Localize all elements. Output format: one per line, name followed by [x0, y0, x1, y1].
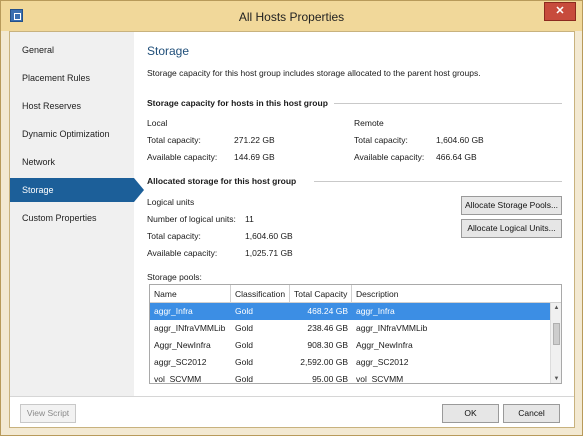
sidebar-item-dynamic-optimization[interactable]: Dynamic Optimization: [10, 122, 134, 146]
column-header-classification[interactable]: Classification: [231, 285, 290, 303]
window-title: All Hosts Properties: [238, 10, 345, 24]
cell-name: Aggr_NewInfra: [154, 340, 211, 350]
sidebar-item-custom-properties[interactable]: Custom Properties: [10, 206, 134, 230]
cell-classification: Gold: [235, 323, 253, 333]
sidebar-item-storage[interactable]: Storage: [10, 178, 134, 202]
table-row[interactable]: aggr_INfraVMMLib Gold 238.46 GB aggr_INf…: [150, 320, 550, 337]
storage-pools-table[interactable]: Name Classification Total Capacity Descr…: [149, 284, 562, 384]
cell-description: aggr_Infra: [356, 306, 395, 316]
cell-name: aggr_Infra: [154, 306, 193, 316]
cell-description: vol_SCVMM: [356, 374, 404, 384]
cell-name: vol_SCVMM: [154, 374, 202, 384]
allocate-storage-pools-button[interactable]: Allocate Storage Pools...: [461, 196, 562, 215]
sidebar-nav: General Placement Rules Host Reserves Dy…: [10, 32, 134, 396]
logical-units-count-label: Number of logical units:: [147, 214, 236, 224]
cell-total-capacity: 468.24 GB: [307, 306, 348, 316]
capacity-section-title: Storage capacity for hosts in this host …: [147, 98, 328, 108]
column-header-total-capacity[interactable]: Total Capacity: [290, 285, 352, 303]
dialog-client: General Placement Rules Host Reserves Dy…: [9, 31, 575, 428]
table-row[interactable]: Aggr_NewInfra Gold 908.30 GB Aggr_NewInf…: [150, 337, 550, 354]
title-bar: All Hosts Properties ✕: [1, 1, 582, 31]
ok-button[interactable]: OK: [442, 404, 499, 423]
remote-total-value: 1,604.60 GB: [436, 135, 484, 145]
scroll-thumb[interactable]: [553, 323, 560, 345]
storage-panel: Storage Storage capacity for this host g…: [134, 32, 574, 396]
remote-total-label: Total capacity:: [354, 135, 408, 145]
local-total-value: 271.22 GB: [234, 135, 275, 145]
remote-available-value: 466.64 GB: [436, 152, 477, 162]
logical-units-available-label: Available capacity:: [147, 248, 218, 258]
scroll-down-icon[interactable]: ▼: [551, 374, 561, 383]
storage-intro: Storage capacity for this host group inc…: [147, 68, 481, 78]
table-row[interactable]: aggr_Infra Gold 468.24 GB aggr_Infra: [150, 303, 550, 320]
cell-classification: Gold: [235, 374, 253, 384]
table-row[interactable]: aggr_SC2012 Gold 2,592.00 GB aggr_SC2012: [150, 354, 550, 371]
logical-units-heading: Logical units: [147, 197, 195, 207]
cell-total-capacity: 238.46 GB: [307, 323, 348, 333]
logical-units-total-value: 1,604.60 GB: [245, 231, 293, 241]
cell-name: aggr_INfraVMMLib: [154, 323, 226, 333]
scroll-up-icon[interactable]: ▲: [551, 303, 561, 313]
table-header: Name Classification Total Capacity Descr…: [150, 285, 561, 303]
sidebar-item-general[interactable]: General: [10, 38, 134, 62]
logical-units-total-label: Total capacity:: [147, 231, 201, 241]
storage-pools-label: Storage pools:: [147, 272, 202, 282]
cell-classification: Gold: [235, 340, 253, 350]
remote-heading: Remote: [354, 118, 384, 128]
local-available-label: Available capacity:: [147, 152, 218, 162]
cell-name: aggr_SC2012: [154, 357, 207, 367]
properties-dialog: All Hosts Properties ✕ General Placement…: [0, 0, 583, 436]
dialog-footer: View Script OK Cancel: [10, 396, 574, 427]
column-header-description[interactable]: Description: [352, 285, 550, 303]
allocate-logical-units-button[interactable]: Allocate Logical Units...: [461, 219, 562, 238]
view-script-button[interactable]: View Script: [20, 404, 76, 423]
cell-total-capacity: 95.00 GB: [312, 374, 348, 384]
cell-classification: Gold: [235, 357, 253, 367]
remote-available-label: Available capacity:: [354, 152, 425, 162]
cell-description: aggr_SC2012: [356, 357, 409, 367]
cell-description: aggr_INfraVMMLib: [356, 323, 428, 333]
table-scrollbar[interactable]: ▲ ▼: [550, 303, 561, 383]
cell-total-capacity: 908.30 GB: [307, 340, 348, 350]
local-available-value: 144.69 GB: [234, 152, 275, 162]
cell-total-capacity: 2,592.00 GB: [300, 357, 348, 367]
close-button[interactable]: ✕: [544, 2, 576, 21]
page-title: Storage: [147, 44, 190, 58]
section-divider: [334, 103, 562, 104]
cancel-button[interactable]: Cancel: [503, 404, 560, 423]
column-header-name[interactable]: Name: [150, 285, 231, 303]
sidebar-item-network[interactable]: Network: [10, 150, 134, 174]
section-divider: [314, 181, 562, 182]
cell-classification: Gold: [235, 306, 253, 316]
cell-description: Aggr_NewInfra: [356, 340, 413, 350]
sidebar-item-placement-rules[interactable]: Placement Rules: [10, 66, 134, 90]
sidebar-item-host-reserves[interactable]: Host Reserves: [10, 94, 134, 118]
logical-units-available-value: 1,025.71 GB: [245, 248, 293, 258]
table-row[interactable]: vol_SCVMM Gold 95.00 GB vol_SCVMM: [150, 371, 550, 384]
local-total-label: Total capacity:: [147, 135, 201, 145]
local-heading: Local: [147, 118, 168, 128]
allocated-section-title: Allocated storage for this host group: [147, 176, 297, 186]
logical-units-count-value: 11: [245, 214, 254, 224]
